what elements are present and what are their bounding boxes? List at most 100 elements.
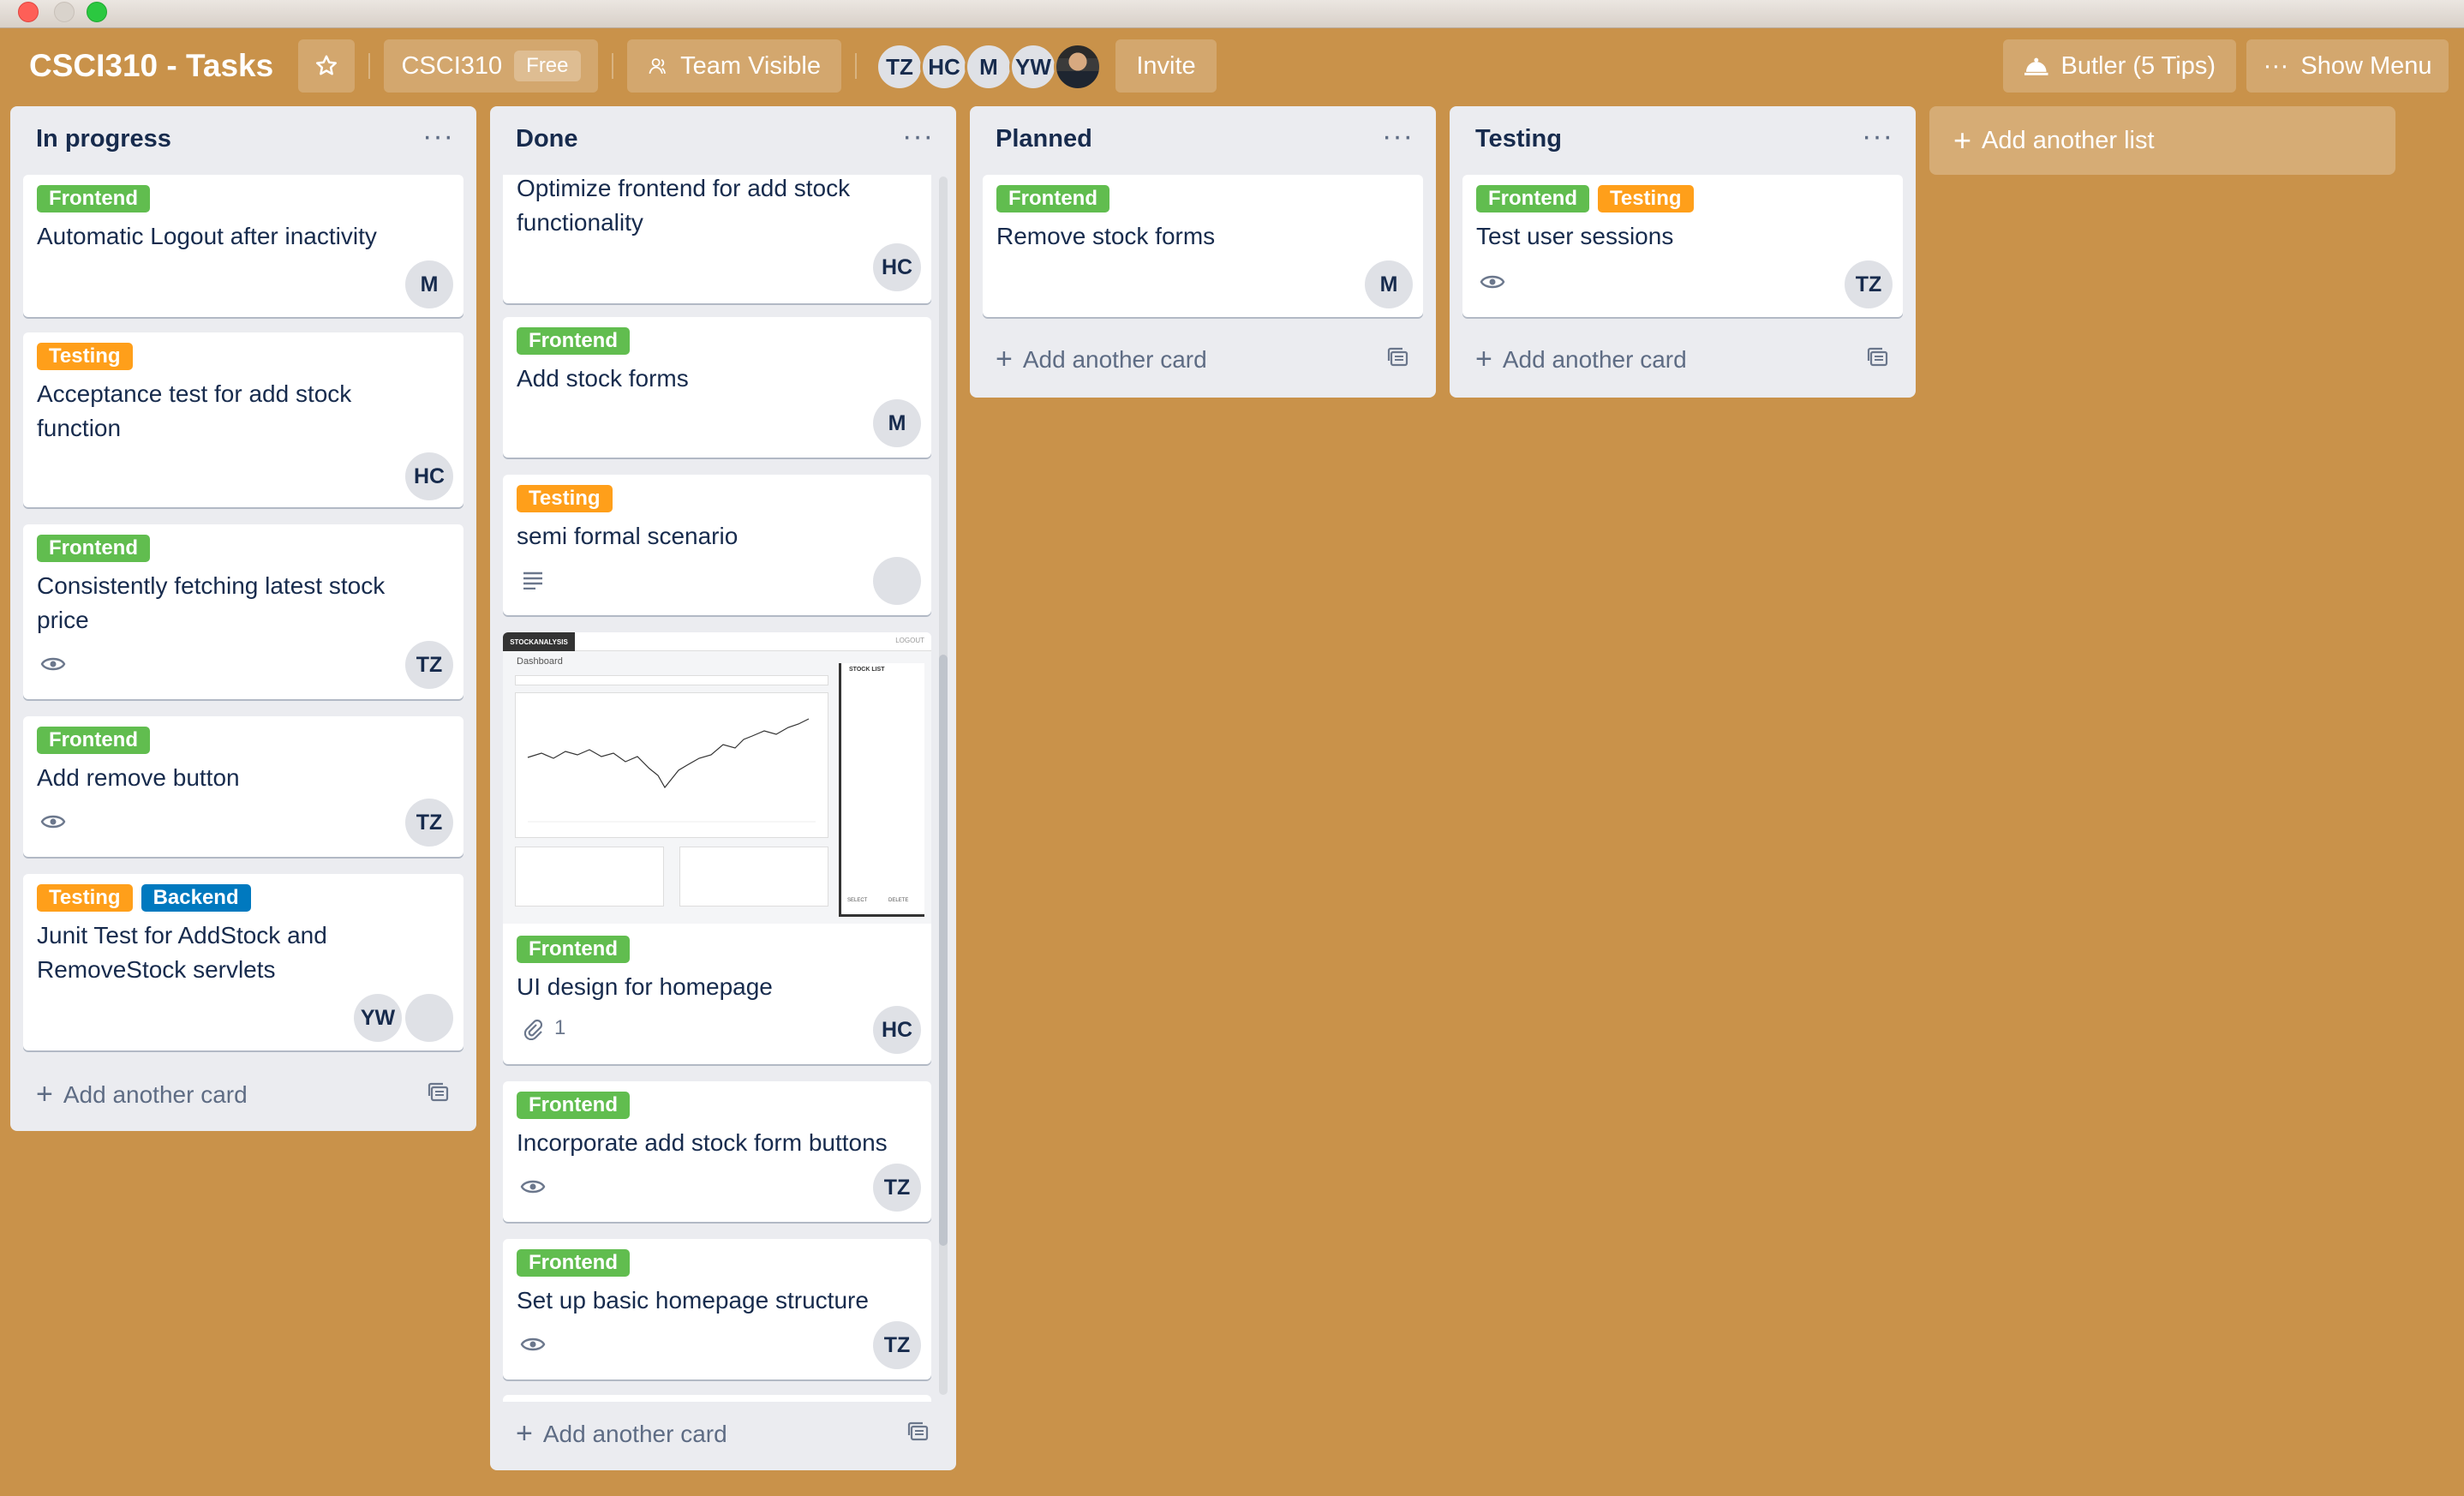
show-menu-label: Show Menu <box>2300 51 2432 80</box>
card[interactable]: Frontend Add stock forms M <box>503 317 931 458</box>
card-template-icon[interactable] <box>1386 346 1410 368</box>
plus-icon: + <box>516 1417 533 1450</box>
card[interactable]: STOCKANALYSIS LOGOUT Dashboard STOCK LIS… <box>503 632 931 1064</box>
card-member-avatar[interactable]: TZ <box>405 641 453 689</box>
card-member-avatar[interactable]: TZ <box>873 1164 921 1212</box>
board-header: CSCI310 - Tasks CSCI310 Free Team Visibl… <box>0 34 2464 98</box>
board-member-avatar[interactable]: HC <box>920 43 968 91</box>
card[interactable]: Frontend Consistently fetching latest st… <box>23 524 463 699</box>
plus-icon: + <box>1953 123 1972 158</box>
board-member-avatar[interactable]: TZ <box>876 43 924 91</box>
card-partially-visible[interactable] <box>503 1395 931 1402</box>
card-member-avatar[interactable]: TZ <box>1845 260 1893 308</box>
cover-delete: DELETE <box>888 898 909 903</box>
label-testing: Testing <box>37 884 133 912</box>
minimize-window-button[interactable] <box>54 2 75 22</box>
list-menu-icon[interactable]: ··· <box>1862 120 1893 153</box>
description-icon <box>523 571 542 589</box>
list-done: Done ··· Optimize frontend for add stock… <box>490 106 956 1470</box>
window-titlebar <box>0 0 2464 28</box>
add-list-button[interactable]: + Add another list <box>1929 106 2395 175</box>
list-title[interactable]: Testing <box>1475 125 1562 153</box>
card-title: semi formal scenario <box>517 523 739 549</box>
invite-button[interactable]: Invite <box>1115 39 1217 93</box>
more-icon: ··· <box>2263 51 2289 80</box>
label-testing: Testing <box>37 343 133 370</box>
card-title: Test user sessions <box>1476 223 1674 249</box>
board-member-avatar[interactable]: YW <box>1009 43 1057 91</box>
card-title: Automatic Logout after inactivity <box>37 223 377 249</box>
plus-icon: + <box>996 343 1013 375</box>
butler-bell-icon <box>2024 57 2048 75</box>
card-title: Remove stock forms <box>996 223 1216 249</box>
card-cover-image: STOCKANALYSIS LOGOUT Dashboard STOCK LIS… <box>503 632 931 924</box>
list-menu-icon[interactable]: ··· <box>422 120 454 153</box>
card-title: Acceptance test for add stock function <box>37 380 352 441</box>
card-member-avatar[interactable]: M <box>1365 260 1413 308</box>
label-testing: Testing <box>1597 185 1694 212</box>
attachment-count: 1 <box>554 1016 566 1039</box>
watching-eye-icon <box>40 815 66 829</box>
add-card-button[interactable]: + Add another card <box>36 1078 248 1111</box>
card[interactable]: Optimize frontend for add stock function… <box>503 175 931 303</box>
add-card-button[interactable]: + Add another card <box>996 343 1207 376</box>
list-menu-icon[interactable]: ··· <box>1382 120 1414 153</box>
card[interactable]: Frontend Remove stock forms M <box>983 175 1423 317</box>
list-menu-icon[interactable]: ··· <box>902 120 934 153</box>
card-member-avatar[interactable]: M <box>405 260 453 308</box>
list-testing: Testing ··· Frontend Testing Test user s… <box>1450 106 1916 398</box>
close-window-button[interactable] <box>18 2 39 22</box>
card-member-avatar[interactable]: HC <box>405 452 453 500</box>
cover-panel-title: STOCK LIST <box>849 667 885 673</box>
card[interactable]: Testing semi formal scenario <box>503 475 931 615</box>
card-member-avatar[interactable]: HC <box>873 1006 921 1054</box>
card[interactable]: Frontend Set up basic homepage structure… <box>503 1239 931 1379</box>
show-menu-button[interactable]: ··· Show Menu <box>2246 39 2449 93</box>
cover-logout: LOGOUT <box>895 637 924 644</box>
card-member-avatar[interactable]: TZ <box>873 1321 921 1369</box>
visibility-button[interactable]: Team Visible <box>627 39 841 93</box>
workspace-plan-badge: Free <box>514 51 581 81</box>
butler-button[interactable]: Butler (5 Tips) <box>2003 39 2236 93</box>
card-title: Set up basic homepage structure <box>517 1287 869 1313</box>
label-frontend: Frontend <box>517 327 630 355</box>
card[interactable]: Testing Backend Junit Test for AddStock … <box>23 874 463 1050</box>
label-frontend: Frontend <box>517 1249 630 1277</box>
watching-eye-icon <box>520 1180 546 1194</box>
list-title[interactable]: Planned <box>996 125 1092 153</box>
list-title[interactable]: In progress <box>36 125 171 153</box>
card-member-avatar[interactable]: YW <box>354 994 402 1042</box>
list-cards-viewport: Optimize frontend for add stock function… <box>490 175 956 1402</box>
board-title[interactable]: CSCI310 - Tasks <box>29 39 273 93</box>
maximize-window-button[interactable] <box>87 2 107 22</box>
add-card-button[interactable]: + Add another card <box>516 1417 727 1451</box>
board-member-photo-avatar[interactable] <box>1054 43 1102 91</box>
card-member-avatar[interactable]: TZ <box>405 799 453 847</box>
card[interactable]: Testing Acceptance test for add stock fu… <box>23 332 463 507</box>
label-frontend: Frontend <box>37 185 150 212</box>
add-card-label: Add another card <box>63 1080 248 1108</box>
card[interactable]: Frontend Testing Test user sessions TZ <box>1462 175 1903 317</box>
card-member-avatar[interactable]: HC <box>873 243 921 291</box>
star-icon <box>316 55 337 75</box>
paperclip-icon <box>523 1019 542 1040</box>
list-title[interactable]: Done <box>516 125 578 153</box>
card-member-photo-avatar[interactable] <box>405 994 453 1042</box>
visibility-label: Team Visible <box>680 51 821 80</box>
card[interactable]: Frontend Incorporate add stock form butt… <box>503 1081 931 1222</box>
card-template-icon[interactable] <box>906 1421 930 1443</box>
add-card-button[interactable]: + Add another card <box>1475 343 1687 376</box>
cover-heading: Dashboard <box>517 656 563 667</box>
team-icon <box>649 58 666 75</box>
card-member-avatar[interactable]: M <box>873 399 921 447</box>
card-template-icon[interactable] <box>1866 346 1890 368</box>
label-frontend: Frontend <box>996 185 1109 212</box>
card[interactable]: Frontend Add remove button TZ <box>23 716 463 857</box>
list-planned: Planned ··· Frontend Remove stock forms … <box>970 106 1436 398</box>
card-template-icon[interactable] <box>427 1081 451 1104</box>
star-board-button[interactable] <box>298 39 355 93</box>
board-member-avatar[interactable]: M <box>965 43 1013 91</box>
card[interactable]: Frontend Automatic Logout after inactivi… <box>23 175 463 317</box>
card-member-photo-avatar[interactable] <box>873 557 921 605</box>
workspace-button[interactable]: CSCI310 Free <box>384 39 598 93</box>
